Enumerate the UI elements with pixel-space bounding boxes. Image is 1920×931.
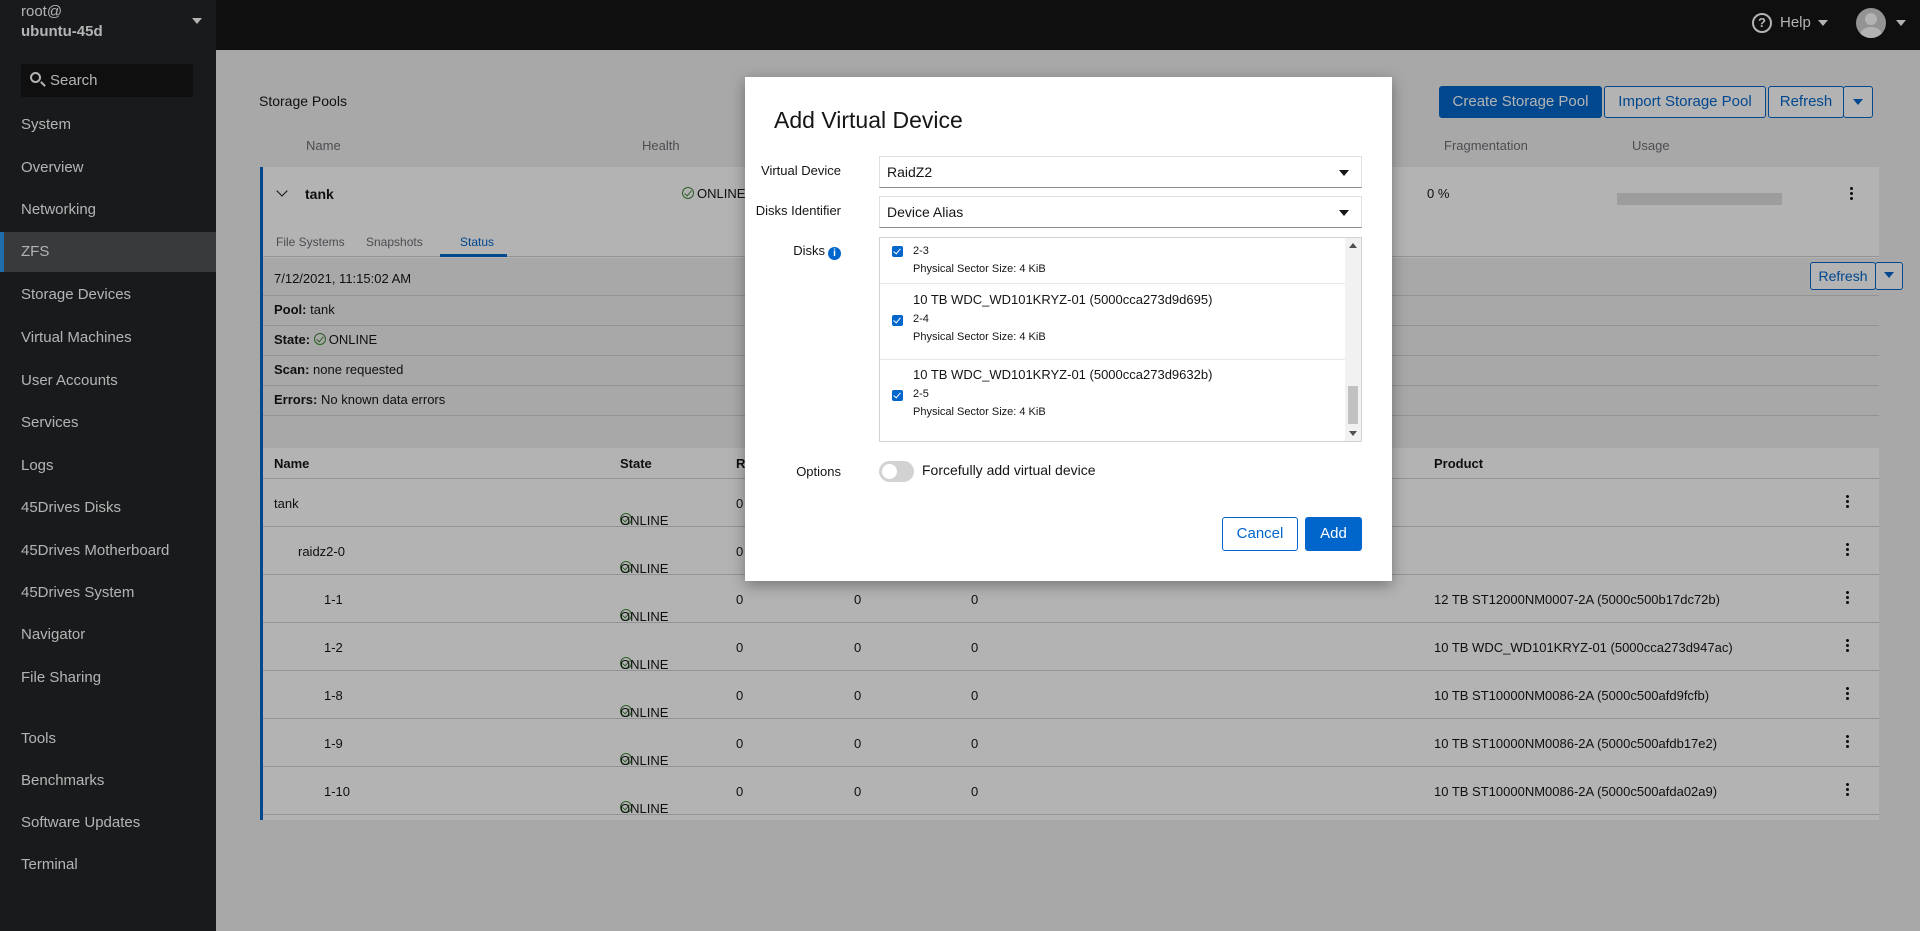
disk-item[interactable]: 2-3 Physical Sector Size: 4 KiB xyxy=(880,238,1345,284)
disk-checkbox[interactable] xyxy=(892,315,903,326)
scroll-up-arrow-icon[interactable] xyxy=(1349,243,1357,248)
force-add-label: Forcefully add virtual device xyxy=(922,462,1096,478)
disk-name: 10 TB WDC_WD101KRYZ-01 (5000cca273d9632b… xyxy=(913,367,1213,382)
disk-alias: 2-5 xyxy=(913,388,929,400)
caret-down-icon xyxy=(1339,170,1349,176)
disks-list[interactable]: 2-3 Physical Sector Size: 4 KiB 10 TB WD… xyxy=(879,237,1362,442)
scroll-down-arrow-icon[interactable] xyxy=(1349,431,1357,436)
disk-checkbox[interactable] xyxy=(892,246,903,257)
options-label: Options xyxy=(796,464,841,479)
add-virtual-device-modal: Add Virtual Device Virtual Device RaidZ2… xyxy=(745,77,1392,581)
disk-alias: 2-4 xyxy=(913,313,929,325)
add-button[interactable]: Add xyxy=(1305,517,1362,551)
disks-label: Disks i xyxy=(741,243,841,260)
disk-checkbox[interactable] xyxy=(892,390,903,401)
disks-identifier-label: Disks Identifier xyxy=(755,203,841,218)
virtual-device-value: RaidZ2 xyxy=(887,164,933,180)
force-add-toggle[interactable] xyxy=(879,461,914,482)
disk-sector-size: Physical Sector Size: 4 KiB xyxy=(913,263,1046,275)
modal-title: Add Virtual Device xyxy=(774,107,963,133)
disk-alias: 2-3 xyxy=(913,245,929,257)
disk-sector-size: Physical Sector Size: 4 KiB xyxy=(913,406,1046,418)
disk-item[interactable]: 10 TB WDC_WD101KRYZ-01 (5000cca273d9d695… xyxy=(880,284,1345,360)
caret-down-icon xyxy=(1339,210,1349,216)
disk-item[interactable]: 10 TB WDC_WD101KRYZ-01 (5000cca273d9632b… xyxy=(880,360,1345,436)
disks-identifier-value: Device Alias xyxy=(887,204,964,220)
scrollbar-thumb[interactable] xyxy=(1348,386,1358,424)
disk-name: 10 TB WDC_WD101KRYZ-01 (5000cca273d9d695… xyxy=(913,292,1213,307)
disk-sector-size: Physical Sector Size: 4 KiB xyxy=(913,331,1046,343)
virtual-device-select[interactable]: RaidZ2 xyxy=(879,156,1362,188)
virtual-device-label: Virtual Device xyxy=(761,163,841,178)
cancel-button[interactable]: Cancel xyxy=(1222,517,1298,551)
disks-identifier-select[interactable]: Device Alias xyxy=(879,196,1362,228)
info-icon[interactable]: i xyxy=(828,247,841,260)
scrollbar[interactable] xyxy=(1345,238,1361,441)
